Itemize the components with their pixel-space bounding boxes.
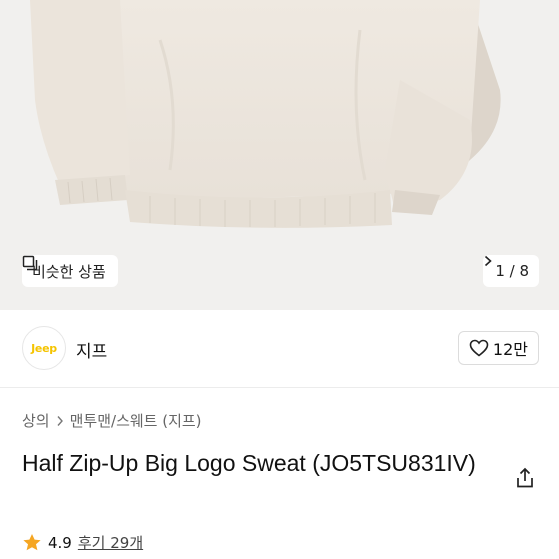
chevron-right-icon: [57, 415, 63, 426]
brand-logo[interactable]: Jeep: [22, 326, 66, 370]
brand-name[interactable]: 지프: [76, 337, 107, 362]
star-icon: [23, 534, 41, 551]
rating-score: 4.9: [48, 533, 72, 552]
heart-icon: [469, 339, 489, 357]
like-button[interactable]: 12만: [457, 331, 539, 365]
chevron-right-icon: [485, 255, 493, 267]
product-title: Half Zip-Up Big Logo Sweat (JO5TSU831IV): [22, 450, 476, 476]
image-page-indicator[interactable]: 1 / 8: [483, 255, 539, 287]
share-icon: [517, 467, 533, 488]
brand-logo-text: Jeep: [31, 341, 57, 355]
breadcrumb: 상의 맨투맨/스웨트 (지프): [22, 410, 202, 431]
similar-products-button[interactable]: 비슷한 상품: [22, 255, 118, 287]
breadcrumb-item-subcategory[interactable]: 맨투맨/스웨트 (지프): [70, 410, 202, 431]
rating-summary: 4.9 후기 29개: [22, 532, 143, 553]
reviews-link[interactable]: 후기 29개: [78, 532, 143, 553]
page-counter: 1 / 8: [495, 262, 529, 280]
brand-row: Jeep 지프 12만: [0, 310, 559, 388]
similar-products-label: 비슷한 상품: [32, 262, 106, 281]
similar-items-icon: [22, 255, 38, 271]
breadcrumb-item-category[interactable]: 상의: [22, 410, 50, 431]
share-button[interactable]: [513, 466, 537, 490]
product-image-gallery[interactable]: 비슷한 상품 1 / 8: [0, 0, 559, 310]
like-count: 12만: [492, 340, 528, 359]
